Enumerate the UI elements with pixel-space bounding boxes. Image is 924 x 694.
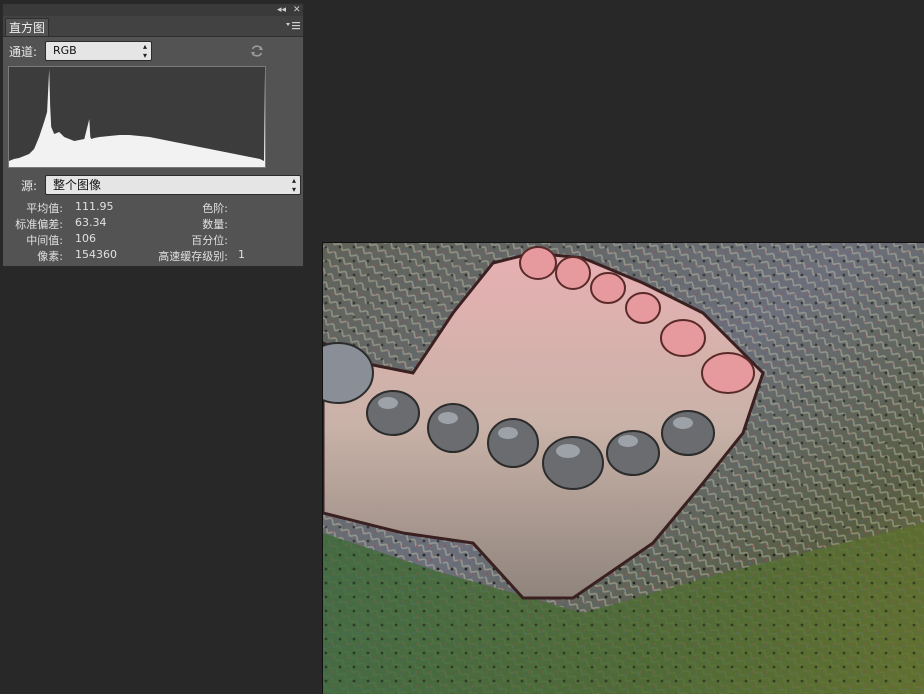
level-label: 色阶:: [202, 202, 228, 215]
channel-label: 通道:: [9, 45, 38, 59]
mean-value: 111.95: [75, 200, 114, 213]
pixels-label: 像素:: [37, 250, 63, 263]
count-label: 数量:: [202, 218, 228, 231]
cache-level-label: 高速缓存级别:: [158, 250, 228, 263]
photo-image: [323, 243, 924, 694]
refresh-icon[interactable]: [250, 43, 264, 57]
collapse-panel-icon[interactable]: ◂◂: [277, 4, 286, 16]
pixels-value: 154360: [75, 248, 117, 261]
document-canvas-photo[interactable]: [322, 242, 924, 694]
stddev-label: 标准偏差:: [15, 218, 63, 231]
median-label: 中间值:: [26, 234, 63, 247]
percentile-label: 百分位:: [191, 234, 228, 247]
panel-title-bar[interactable]: ◂◂ ✕: [3, 4, 303, 16]
mean-label: 平均值:: [26, 202, 63, 215]
stddev-value: 63.34: [75, 216, 107, 229]
channel-select-value: RGB: [53, 44, 77, 57]
histogram-area: [9, 69, 265, 167]
channel-select[interactable]: RGB ▴ ▾: [45, 41, 152, 61]
histogram-chart: [8, 66, 266, 168]
source-select-value: 整个图像: [53, 178, 102, 192]
panel-menu-icon[interactable]: [286, 20, 300, 32]
select-arrows-icon: ▴ ▾: [142, 42, 147, 60]
cache-level-value: 1: [238, 248, 245, 261]
histogram-svg: [9, 69, 265, 167]
source-select[interactable]: 整个图像 ▴ ▾: [45, 175, 301, 195]
tab-histogram[interactable]: 直方图: [5, 18, 49, 36]
select-arrows-icon: ▴ ▾: [291, 176, 296, 194]
median-value: 106: [75, 232, 96, 245]
close-icon[interactable]: ✕: [293, 4, 301, 16]
source-label: 源:: [21, 179, 38, 193]
panel-tab-row: 直方图: [3, 16, 303, 37]
histogram-panel: ◂◂ ✕ 直方图 通道: RGB ▴ ▾ 源: 整个图像 ▴ ▾ 平均值: 11…: [2, 3, 304, 267]
